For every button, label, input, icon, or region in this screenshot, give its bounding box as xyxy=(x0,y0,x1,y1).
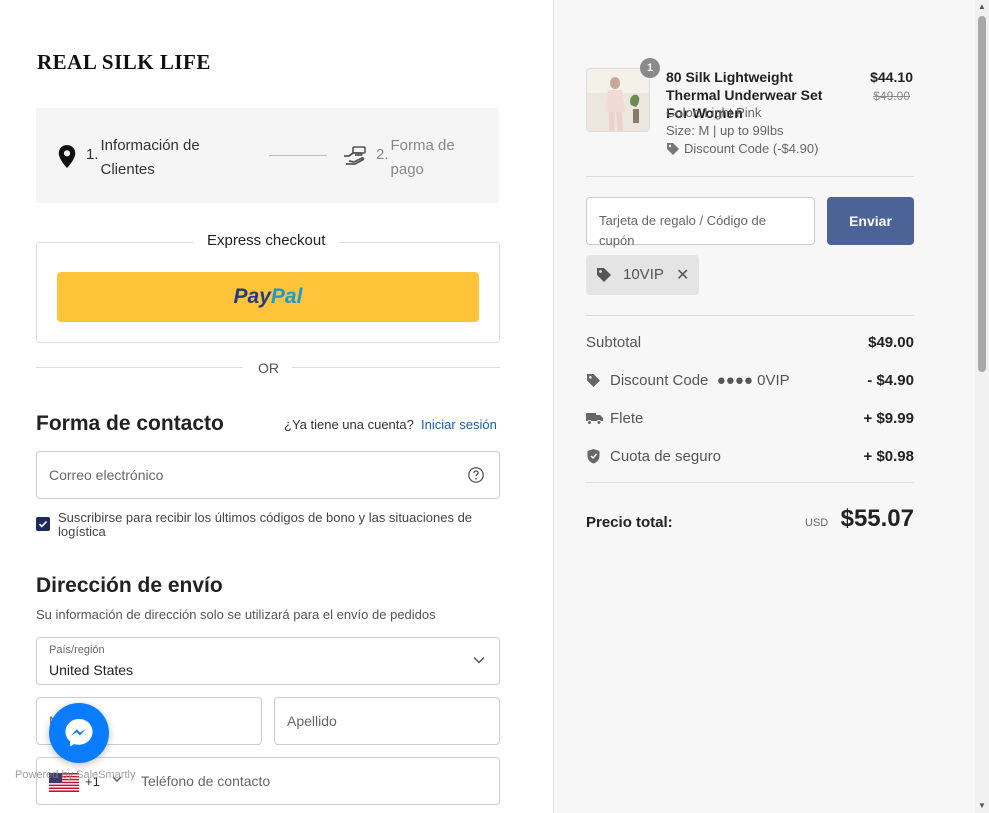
scroll-down-arrow-icon[interactable]: ▼ xyxy=(975,799,989,813)
brand-logo[interactable]: REAL SILK LIFE xyxy=(37,50,211,75)
shipping-value: + $9.99 xyxy=(863,410,914,427)
messenger-chat-button[interactable] xyxy=(49,703,109,763)
phone-placeholder: Teléfono de contacto xyxy=(141,773,271,789)
step-label: Información de Clientes xyxy=(100,137,200,178)
shipping-label: Flete xyxy=(610,410,644,427)
product-discount-text: Discount Code (-$4.90) xyxy=(684,141,819,156)
coupon-placeholder: Tarjeta de regalo / Código de cupón xyxy=(599,213,766,248)
insurance-label: Cuota de seguro xyxy=(610,448,721,465)
step-label: Forma de pago xyxy=(390,137,455,178)
paypal-button[interactable]: Pay Pal xyxy=(57,272,479,322)
tag-icon xyxy=(587,374,600,387)
product-size: Size: M | up to 99lbs xyxy=(666,123,784,138)
divider-line xyxy=(36,367,243,368)
help-icon[interactable] xyxy=(467,466,485,484)
discount-label: Discount Code ●●●● 0VIP xyxy=(610,372,790,389)
tag-icon xyxy=(597,268,611,282)
step-connector xyxy=(269,155,327,156)
country-value: United States xyxy=(49,662,134,678)
contact-section-title: Forma de contacto xyxy=(36,412,224,435)
chevron-down-icon xyxy=(473,656,485,664)
checkout-steps: 1. Información de Clientes 2. Forma de p… xyxy=(36,108,499,203)
paypal-logo-part2: Pal xyxy=(270,285,303,308)
shipping-note: Su información de dirección solo se util… xyxy=(36,607,436,622)
have-account-text: ¿Ya tiene una cuenta? xyxy=(284,417,414,432)
country-select[interactable]: País/región United States xyxy=(36,637,500,685)
step-number: 2. xyxy=(376,146,389,163)
divider xyxy=(586,315,914,316)
last-name-field[interactable]: Apellido xyxy=(274,697,500,745)
product-thumbnail xyxy=(586,68,650,132)
scrollbar-thumb[interactable] xyxy=(978,16,986,372)
or-divider: OR xyxy=(36,358,500,378)
discount-label-text: Discount Code xyxy=(610,372,709,389)
last-name-placeholder: Apellido xyxy=(287,713,337,729)
step-customer-info: 1. Información de Clientes xyxy=(56,134,221,182)
step-number: 1. xyxy=(86,146,99,163)
discount-value: - $4.90 xyxy=(867,372,914,389)
quantity-badge: 1 xyxy=(640,58,660,78)
email-placeholder: Correo electrónico xyxy=(49,467,164,483)
powered-by-label: Powered by SaleSmartly xyxy=(15,769,136,781)
checkout-form-panel: REAL SILK LIFE 1. Información de Cliente… xyxy=(0,0,553,813)
check-icon xyxy=(38,520,48,528)
location-pin-icon xyxy=(58,145,76,168)
apply-coupon-button[interactable]: Enviar xyxy=(827,197,914,245)
product-old-price: $49.00 xyxy=(873,89,910,103)
messenger-icon xyxy=(65,719,93,747)
applied-coupon-chip: 10VIP ✕ xyxy=(586,255,699,295)
subscribe-label: Suscribirse para recibir los últimos cód… xyxy=(58,510,473,539)
scroll-up-arrow-icon[interactable]: ▲ xyxy=(975,0,989,14)
total-label: Precio total: xyxy=(586,514,673,531)
insurance-value: + $0.98 xyxy=(863,448,914,465)
product-color: Color: Light Pink xyxy=(666,105,762,120)
or-label: OR xyxy=(258,360,279,376)
subscribe-checkbox[interactable] xyxy=(36,517,50,531)
subtotal-label: Subtotal xyxy=(586,334,642,351)
remove-coupon-icon[interactable]: ✕ xyxy=(676,265,689,285)
coupon-input[interactable]: Tarjeta de regalo / Código de cupón xyxy=(586,197,815,248)
subtotal-value: $49.00 xyxy=(868,334,914,351)
applied-coupon-code: 10VIP xyxy=(623,266,664,283)
order-summary-panel: 1 80 Silk Lightweight Thermal Underwear … xyxy=(553,0,975,813)
divider-line xyxy=(292,367,500,368)
discount-code-masked: ●●●● 0VIP xyxy=(716,372,790,389)
email-field[interactable]: Correo electrónico xyxy=(36,451,500,499)
product-image xyxy=(587,69,649,131)
product-price: $44.10 xyxy=(870,69,913,85)
total-value: $55.07 xyxy=(840,505,914,532)
truck-icon xyxy=(586,413,603,425)
tag-icon xyxy=(667,142,679,155)
country-label: País/región xyxy=(49,644,105,656)
product-discount: Discount Code (-$4.90) xyxy=(666,141,818,156)
divider xyxy=(586,176,914,177)
shield-icon xyxy=(587,449,600,464)
divider xyxy=(586,482,914,483)
phone-field[interactable]: +1 Teléfono de contacto xyxy=(36,757,500,805)
express-checkout-box: Express checkout Pay Pal xyxy=(36,232,500,343)
total-currency: USD xyxy=(805,517,829,529)
paypal-logo-part1: Pay xyxy=(233,285,271,308)
express-checkout-title: Express checkout xyxy=(193,232,340,249)
login-link[interactable]: Iniciar sesión xyxy=(421,417,497,432)
page-scrollbar[interactable]: ▲ ▼ xyxy=(975,0,989,813)
step-payment: 2. Forma de pago xyxy=(342,134,471,182)
hand-card-icon xyxy=(344,146,366,165)
shipping-section-title: Dirección de envío xyxy=(36,574,223,597)
